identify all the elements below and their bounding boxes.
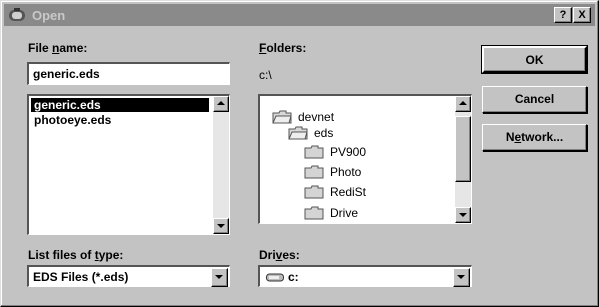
help-button[interactable]: ? xyxy=(554,7,572,23)
arrow-up-icon xyxy=(217,101,225,105)
drives-select[interactable]: c: xyxy=(258,265,472,287)
folder-icon xyxy=(304,185,324,199)
hard-drive-icon xyxy=(266,273,284,282)
title-bar[interactable]: Open ? X xyxy=(4,4,595,26)
scroll-thumb[interactable] xyxy=(455,116,471,182)
chevron-down-icon xyxy=(457,275,465,279)
arrow-down-icon xyxy=(217,224,225,228)
ok-button[interactable]: OK xyxy=(481,45,588,74)
drives-dropdown-button[interactable] xyxy=(453,268,470,287)
network-button[interactable]: Network... xyxy=(482,124,587,151)
scroll-up-button[interactable] xyxy=(455,96,471,112)
file-name-label-suffix: ame: xyxy=(59,41,88,55)
file-type-value: EDS Files (*.eds) xyxy=(33,270,129,284)
scroll-down-button[interactable] xyxy=(455,207,471,223)
arrow-down-icon xyxy=(459,213,467,217)
file-name-label-text: File xyxy=(28,41,53,55)
folder-name: Photo xyxy=(330,165,362,179)
drives-value: c: xyxy=(288,270,299,284)
cancel-button[interactable]: Cancel xyxy=(482,86,587,113)
app-icon xyxy=(9,8,25,21)
folder-name: RediSt xyxy=(330,185,367,199)
list-item[interactable]: generic.eds xyxy=(31,98,209,112)
current-path: c:\ xyxy=(259,68,272,82)
folders-label-text: olders: xyxy=(266,41,307,55)
file-type-label-text: List files of xyxy=(28,248,95,262)
folder-icon xyxy=(304,206,324,220)
file-name-value: generic.eds xyxy=(33,67,100,81)
drives-label: Drives: xyxy=(259,248,300,262)
file-type-select[interactable]: EDS Files (*.eds) xyxy=(27,265,230,287)
close-button[interactable]: X xyxy=(573,7,591,23)
folder-list-scrollbar[interactable] xyxy=(455,96,471,223)
file-type-label-suffix: ype: xyxy=(98,248,124,262)
file-list[interactable]: generic.eds photoeye.eds xyxy=(27,94,230,235)
file-type-label: List files of type: xyxy=(28,248,123,262)
folder-name: Drive xyxy=(330,206,359,220)
scroll-up-button[interactable] xyxy=(213,96,229,112)
drives-label-text: Dri xyxy=(259,248,276,262)
chevron-down-icon xyxy=(215,275,223,279)
folder-icon xyxy=(304,165,324,179)
open-dialog: Open ? X File name: generic.eds generic.… xyxy=(0,0,599,307)
file-list-scrollbar[interactable] xyxy=(213,96,229,234)
file-name-input[interactable]: generic.eds xyxy=(27,62,230,85)
file-name-label: File name: xyxy=(28,41,87,55)
folders-label: Folders: xyxy=(259,41,306,55)
folder-name: eds xyxy=(314,126,334,140)
file-type-dropdown-button[interactable] xyxy=(211,268,228,287)
network-label-suffix: twork... xyxy=(521,130,564,144)
folder-icon xyxy=(304,145,324,159)
folder-name: PV900 xyxy=(330,145,367,159)
drives-label-suffix: es: xyxy=(282,248,300,262)
list-item[interactable]: photoeye.eds xyxy=(31,113,114,127)
scroll-down-button[interactable] xyxy=(213,218,229,234)
window-title: Open xyxy=(32,8,66,23)
open-folder-icon xyxy=(272,110,292,124)
open-folder-icon xyxy=(288,126,308,140)
arrow-up-icon xyxy=(459,101,467,105)
folder-list[interactable]: devnet eds PV900 Photo RediSt Drive xyxy=(258,94,472,224)
